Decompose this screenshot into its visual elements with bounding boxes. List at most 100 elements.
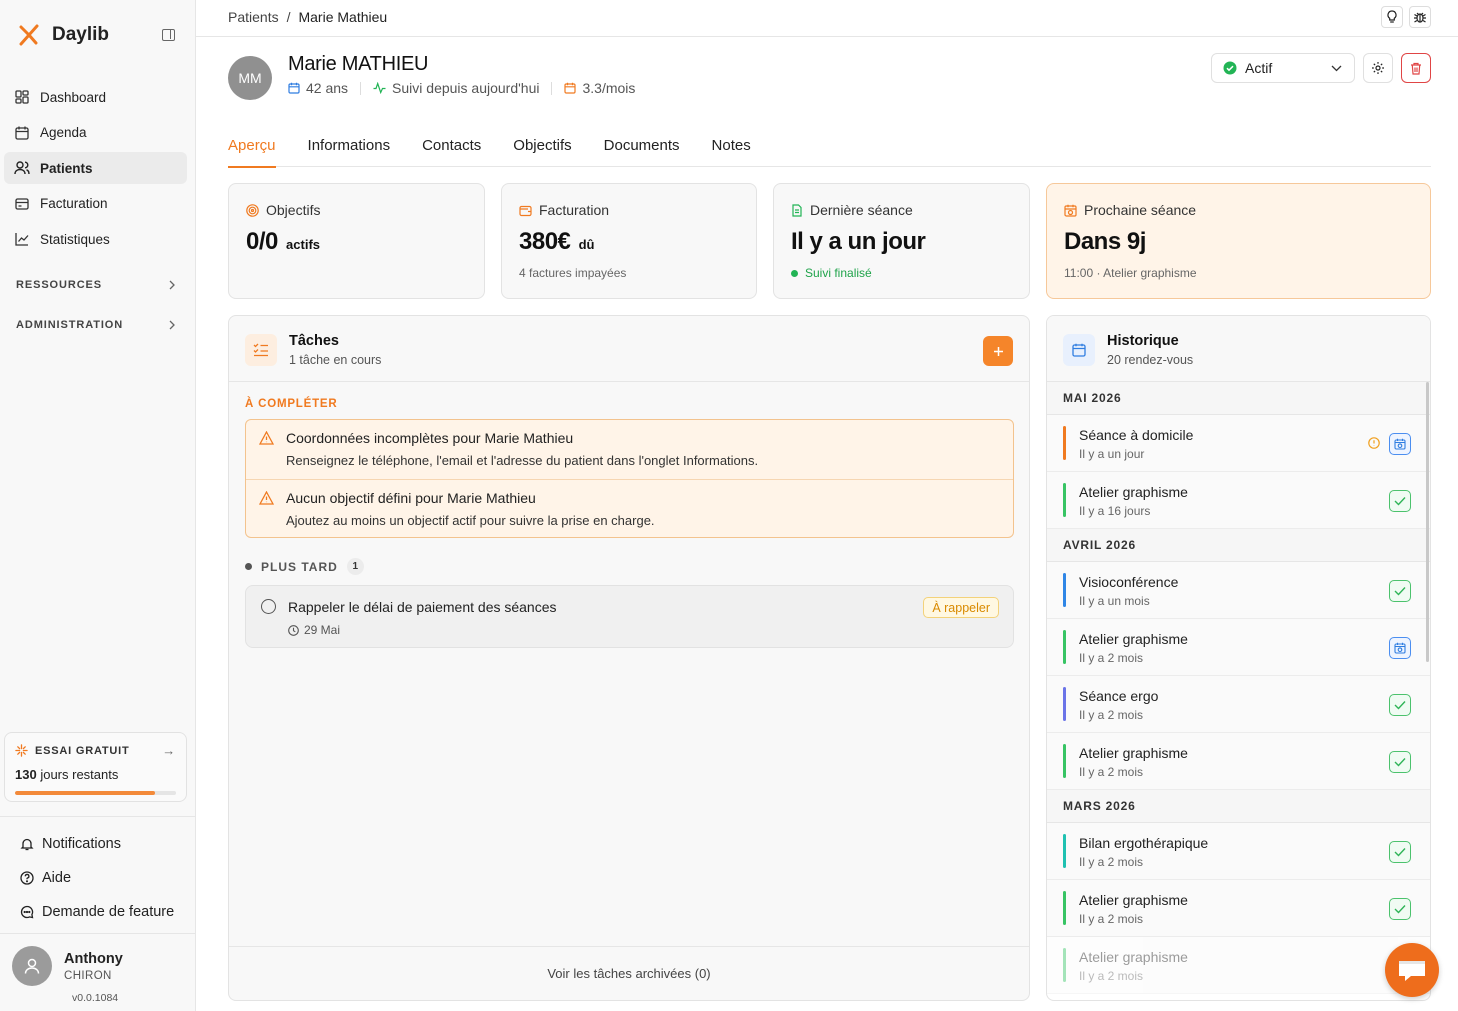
breadcrumb-parent[interactable]: Patients <box>228 9 279 25</box>
card-value-unit: actifs <box>286 237 321 252</box>
tab-apercu[interactable]: Aperçu <box>228 137 276 168</box>
history-appointment[interactable]: Bilan ergothérapique Il y a 2 mois <box>1047 823 1430 880</box>
nav-item-agenda[interactable]: Agenda <box>4 117 187 149</box>
brand-name: Daylib <box>52 24 110 45</box>
add-task-button[interactable] <box>983 336 1013 366</box>
user-profile[interactable]: Anthony CHIRON <box>12 946 123 986</box>
alert-item[interactable]: Coordonnées incomplètes pour Marie Mathi… <box>246 420 1013 479</box>
patient-since-text: Suivi depuis aujourd'hui <box>392 80 540 96</box>
history-month-header: MAI 2026 <box>1047 382 1430 415</box>
card-label: Prochaine séance <box>1084 202 1197 218</box>
calendar-clock-icon <box>1064 204 1077 217</box>
tab-informations[interactable]: Informations <box>308 137 391 167</box>
task-item[interactable]: Rappeler le délai de paiement des séance… <box>245 585 1014 648</box>
appointment-status-button[interactable] <box>1389 751 1411 773</box>
brand[interactable]: Daylib <box>18 24 109 46</box>
trial-card[interactable]: ESSAI GRATUIT → 130 jours restants <box>4 732 187 802</box>
arrow-right-icon: → <box>162 743 176 758</box>
bell-icon <box>20 838 34 851</box>
history-appointment[interactable]: Atelier graphisme Il y a 2 mois <box>1047 619 1430 676</box>
history-appointment[interactable]: Visioconférence Il y a un mois <box>1047 562 1430 619</box>
bug-report-button[interactable] <box>1409 6 1431 28</box>
card-sub: 11:00 · Atelier graphisme <box>1064 266 1197 280</box>
nav-item-patients[interactable]: Patients <box>4 152 187 184</box>
breadcrumb-current: Marie Mathieu <box>298 9 388 25</box>
daylib-logo-icon <box>19 24 39 46</box>
appointment-color-bar <box>1063 834 1066 868</box>
history-appointment[interactable]: Atelier graphisme Il y a 16 jours <box>1047 472 1430 529</box>
status-select[interactable]: Actif <box>1211 53 1355 83</box>
appointment-status-button[interactable] <box>1389 898 1411 920</box>
appointment-when: Il y a un jour <box>1079 447 1145 461</box>
alert-item[interactable]: Aucun objectif défini pour Marie Mathieu… <box>246 479 1013 537</box>
alert-title: Coordonnées incomplètes pour Marie Mathi… <box>286 430 574 446</box>
nav-item-facturation[interactable]: Facturation <box>4 188 187 220</box>
patient-frequency: 3.3/mois <box>564 80 635 96</box>
archived-tasks-link[interactable]: Voir les tâches archivées (0) <box>229 946 1029 1000</box>
history-appointment[interactable]: Séance à domicile Il y a un jour <box>1047 415 1430 472</box>
patient-tabs: Aperçu Informations Contacts Objectifs D… <box>228 137 1431 168</box>
tab-notes[interactable]: Notes <box>712 137 751 167</box>
task-date: 29 Mai <box>288 623 340 637</box>
task-checkbox[interactable] <box>261 599 276 614</box>
clock-icon <box>288 624 299 636</box>
appointment-when: Il y a 2 mois <box>1079 765 1144 779</box>
card-label: Facturation <box>539 202 610 218</box>
appointment-when: Il y a 16 jours <box>1079 504 1151 518</box>
feature-request-link[interactable]: Demande de feature <box>20 895 174 929</box>
history-appointment[interactable]: Atelier graphisme Il y a 2 mois <box>1047 880 1430 937</box>
nav-item-statistiques[interactable]: Statistiques <box>4 223 187 255</box>
main-nav: Dashboard Agenda Patients Facturation St… <box>4 81 187 259</box>
tab-contacts[interactable]: Contacts <box>422 137 481 167</box>
appointment-color-bar <box>1063 687 1066 721</box>
users-icon <box>14 161 30 175</box>
appointment-status-button[interactable] <box>1389 580 1411 602</box>
check-icon <box>1394 848 1406 857</box>
appointment-status-button[interactable] <box>1389 637 1411 659</box>
history-appointment[interactable]: Atelier graphisme Il y a 2 mois <box>1047 937 1430 994</box>
check-icon <box>1394 758 1406 767</box>
bug-icon <box>1414 12 1426 23</box>
history-appointment[interactable]: Atelier graphisme Il y a 2 mois <box>1047 733 1430 790</box>
calendar-icon <box>288 82 300 94</box>
history-scrollbar[interactable] <box>1426 382 1429 662</box>
notifications-link[interactable]: Notifications <box>20 827 174 861</box>
tab-documents[interactable]: Documents <box>604 137 680 167</box>
card-objectifs[interactable]: Objectifs 0/0 actifs <box>228 183 485 299</box>
appointment-title: Visioconférence <box>1079 574 1179 590</box>
card-prochaine-seance[interactable]: Prochaine séance Dans 9j 11:00 · Atelier… <box>1046 183 1431 299</box>
settings-button[interactable] <box>1363 53 1393 83</box>
todo-section-label: À COMPLÉTER <box>245 398 338 410</box>
section-administration[interactable]: ADMINISTRATION <box>16 319 176 331</box>
sidebar-collapse-icon[interactable] <box>162 29 175 41</box>
section-ressources[interactable]: RESSOURCES <box>16 279 176 291</box>
appointment-status-button[interactable] <box>1389 433 1411 455</box>
tasks-subtitle: 1 tâche en cours <box>289 353 382 367</box>
history-subtitle: 20 rendez-vous <box>1107 353 1194 367</box>
patient-age-text: 42 ans <box>306 80 349 96</box>
tab-objectifs[interactable]: Objectifs <box>513 137 571 167</box>
history-header: Historique 20 rendez-vous <box>1047 316 1430 382</box>
history-appointment[interactable]: Séance ergo Il y a 2 mois <box>1047 676 1430 733</box>
user-last-name: CHIRON <box>64 969 112 982</box>
tasks-icon-wrap <box>245 334 277 366</box>
help-link[interactable]: Aide <box>20 861 174 895</box>
nav-item-dashboard[interactable]: Dashboard <box>4 81 187 113</box>
card-facturation[interactable]: Facturation 380€ dû 4 factures impayées <box>501 183 757 299</box>
support-chat-button[interactable] <box>1385 943 1439 997</box>
tips-button[interactable] <box>1381 6 1403 28</box>
card-derniere-seance[interactable]: Dernière séance Il y a un jour Suivi fin… <box>773 183 1030 299</box>
card-value: Dans 9j <box>1064 228 1146 255</box>
appointment-status-button[interactable] <box>1389 694 1411 716</box>
document-icon <box>792 203 802 217</box>
appointment-status-button[interactable] <box>1389 841 1411 863</box>
chevron-down-icon <box>1331 65 1342 71</box>
later-section[interactable]: PLUS TARD 1 <box>245 558 364 575</box>
card-value-number: 0/0 <box>246 228 278 255</box>
appointment-status-button[interactable] <box>1389 490 1411 512</box>
check-icon <box>1394 905 1406 914</box>
appointment-color-bar <box>1063 744 1066 778</box>
nav-label: Patients <box>40 160 93 176</box>
appointment-when: Il y a 2 mois <box>1079 708 1144 722</box>
delete-button[interactable] <box>1401 53 1431 83</box>
